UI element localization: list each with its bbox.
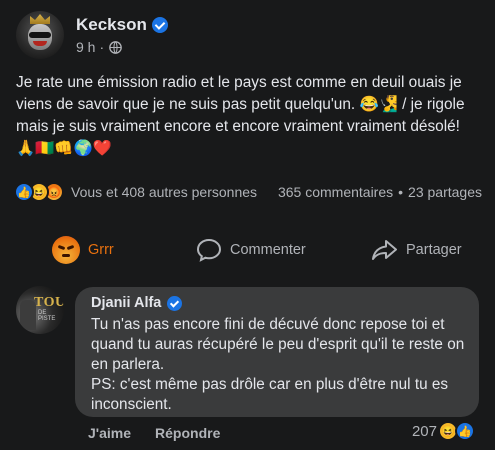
stats-right: 365 commentaires • 23 partages bbox=[278, 184, 482, 200]
post-meta: 9 h · bbox=[76, 39, 168, 55]
share-label: Partager bbox=[406, 242, 462, 258]
comment-reply-button[interactable]: Répondre bbox=[155, 425, 220, 441]
avatar-logo-subtext: DE PISTE bbox=[38, 310, 56, 322]
crown-icon bbox=[30, 14, 50, 24]
comment-author-row: Djanii Alfa bbox=[91, 295, 467, 311]
share-arrow-icon bbox=[372, 240, 397, 260]
author-avatar[interactable] bbox=[16, 11, 64, 59]
grr-label: Grrr bbox=[88, 242, 114, 258]
comment-author[interactable]: Djanii Alfa bbox=[91, 295, 161, 311]
post-time[interactable]: 9 h bbox=[76, 39, 95, 55]
commenter-avatar[interactable]: TOUR DE PISTE bbox=[16, 286, 64, 334]
shares-count[interactable]: 23 partages bbox=[408, 184, 482, 200]
author-block: Keckson 9 h · bbox=[76, 15, 168, 55]
comment-actions: J'aime Répondre bbox=[88, 425, 244, 441]
verified-badge-icon bbox=[167, 295, 183, 311]
post-actions: Grrr Commenter Partager bbox=[0, 230, 495, 270]
comment-bubble-icon bbox=[196, 238, 222, 262]
comment-label: Commenter bbox=[230, 242, 306, 258]
comments-count[interactable]: 365 commentaires bbox=[278, 184, 393, 200]
comment-like-button[interactable]: J'aime bbox=[88, 425, 131, 441]
post-text: Je rate une émission radio et le pays es… bbox=[16, 74, 465, 157]
post-header: Keckson 9 h · bbox=[16, 10, 168, 60]
comment-reaction-count: 207 bbox=[411, 422, 437, 440]
likes-count[interactable]: Vous et 408 autres personnes bbox=[71, 184, 257, 200]
reactions-stats-row: 👍 😆 😡 Vous et 408 autres personnes 365 c… bbox=[14, 181, 482, 203]
globe-icon bbox=[109, 40, 122, 54]
reaction-summary[interactable]: 👍 😆 😡 bbox=[14, 182, 64, 202]
meta-separator: · bbox=[99, 39, 105, 55]
share-button[interactable]: Partager bbox=[370, 238, 462, 262]
avatar-logo-text: TOUR bbox=[34, 295, 64, 310]
author-name-row: Keckson bbox=[76, 15, 168, 35]
stats-separator: • bbox=[398, 184, 404, 200]
angry-icon bbox=[52, 236, 80, 264]
like-icon: 👍 bbox=[455, 421, 475, 441]
like-icon: 👍 bbox=[14, 182, 34, 202]
verified-badge-icon bbox=[151, 17, 168, 33]
comment-text: Tu n'as pas encore fini de décuvé donc r… bbox=[91, 316, 465, 413]
author-name[interactable]: Keckson bbox=[76, 15, 147, 35]
comment-reactions[interactable]: 207 😆 👍 bbox=[412, 421, 475, 441]
grr-reaction-button[interactable]: Grrr bbox=[52, 236, 114, 264]
comment-bubble: Djanii Alfa Tu n'as pas encore fini de d… bbox=[75, 287, 479, 417]
comment-button[interactable]: Commenter bbox=[196, 238, 306, 262]
